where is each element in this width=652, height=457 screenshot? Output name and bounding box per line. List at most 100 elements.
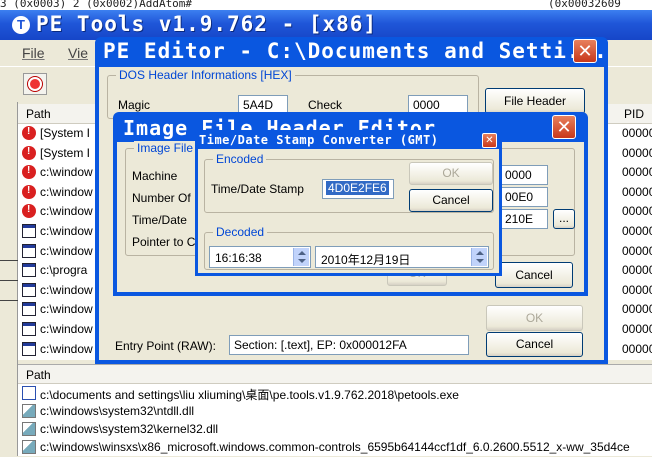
process-path: c:\window <box>40 204 93 219</box>
window-icon <box>22 243 36 258</box>
dos-check-label: Check <box>308 98 343 112</box>
column-pid[interactable]: PID <box>624 107 644 121</box>
window-icon <box>22 263 36 278</box>
tds-body: Encoded Time/Date Stamp 4D0E2FE6 OK Canc… <box>198 149 499 273</box>
encoded-group-label: Encoded <box>213 152 267 166</box>
ifh-close-button[interactable]: ✕ <box>552 115 576 139</box>
process-pid: 00000 <box>622 243 652 258</box>
process-pid: 00000 <box>622 302 652 317</box>
background-strip-text-right: (0x00032609 <box>548 0 621 10</box>
time-date-label: Time/Date <box>132 213 187 227</box>
process-path: c:\window <box>40 341 93 356</box>
pe-cancel-button[interactable]: Cancel <box>486 332 583 357</box>
column-module-path[interactable]: Path <box>26 368 51 382</box>
stop-icon <box>28 77 42 91</box>
module-list[interactable]: c:\documents and settings\liu xliuming\桌… <box>18 384 652 456</box>
process-path: [System I <box>40 145 91 160</box>
time-date-field[interactable]: 210E <box>500 209 548 229</box>
exe-icon <box>22 386 36 400</box>
window-icon <box>22 302 36 317</box>
main-window-title: PE Tools v1.9.762 - [x86] <box>36 12 378 36</box>
pe-editor-title: PE Editor - C:\Documents and Setti... <box>103 39 608 63</box>
error-icon <box>22 165 36 180</box>
error-icon <box>22 184 36 199</box>
process-path: c:\window <box>40 322 93 336</box>
dll-icon <box>22 404 36 418</box>
date-picker[interactable]: 2010年12月19日 <box>315 246 489 268</box>
module-list-header[interactable]: Path <box>18 364 652 384</box>
process-path: c:\window <box>40 165 93 180</box>
pointer-to-symbol-table-label: Pointer to C <box>132 235 196 249</box>
module-row[interactable]: c:\documents and settings\liu xliuming\桌… <box>18 384 652 403</box>
process-pid: 00000 <box>622 282 652 297</box>
background-strip-text: 3 (0x0003) 2 (0x0002)AddAtom# <box>0 0 193 10</box>
tds-close-button[interactable]: ✕ <box>482 133 497 148</box>
error-icon <box>22 126 36 140</box>
machine-label: Machine <box>132 169 178 183</box>
window-icon <box>22 224 36 238</box>
pe-editor-close-button[interactable]: ✕ <box>573 39 597 63</box>
process-pid: 00000 <box>622 204 652 219</box>
entry-point-field[interactable]: Section: [.text], EP: 0x000012FA <box>229 335 469 355</box>
column-path[interactable]: Path <box>26 107 51 121</box>
tds-cancel-button[interactable]: Cancel <box>409 189 493 212</box>
module-path: c:\windows\system32\kernel32.dll <box>40 422 219 436</box>
pe-ok-button[interactable]: OK <box>486 305 583 331</box>
process-pid: 00000 <box>622 165 652 180</box>
module-path: c:\windows\winsxs\x86_microsoft.windows.… <box>40 440 630 454</box>
process-pid: 00000 <box>622 145 652 160</box>
window-icon <box>22 322 36 336</box>
error-icon <box>22 204 36 219</box>
process-pid: 00000 <box>622 184 652 199</box>
stamp-value-selected: 4D0E2FE6 <box>326 181 389 195</box>
tds-ok-button[interactable]: OK <box>409 162 493 185</box>
left-frame <box>0 102 18 456</box>
app-icon[interactable]: T <box>12 16 30 34</box>
process-path: [System I <box>40 126 91 140</box>
module-row[interactable]: c:\windows\winsxs\x86_microsoft.windows.… <box>18 438 652 457</box>
dos-header-group-label: DOS Header Informations [HEX] <box>116 68 295 82</box>
decoded-group-label: Decoded <box>213 225 268 239</box>
error-icon <box>22 145 36 160</box>
process-pid: 00000 <box>622 224 652 238</box>
stop-button[interactable] <box>23 73 47 95</box>
process-pid: 00000 <box>622 341 652 356</box>
ifh-cancel-button[interactable]: Cancel <box>495 262 573 288</box>
file-header-button[interactable]: File Header <box>485 88 585 114</box>
timestamp-converter-window: Time/Date Stamp Converter (GMT) ✕ Encode… <box>195 130 502 276</box>
encoded-group: Encoded Time/Date Stamp 4D0E2FE6 OK Canc… <box>204 152 494 213</box>
process-pid: 00000 <box>622 126 652 140</box>
number-of-sections-field[interactable]: 00E0 <box>500 187 548 207</box>
time-value: 16:16:38 <box>215 251 262 265</box>
process-path: c:\window <box>40 243 93 258</box>
date-value: 2010年12月19日 <box>321 253 411 267</box>
dos-field-label: Magic <box>118 98 151 112</box>
module-row[interactable]: c:\windows\system32\ntdll.dll <box>18 402 652 421</box>
time-spinner[interactable]: 16:16:38 <box>209 246 311 268</box>
spin-arrows-icon[interactable] <box>293 248 309 266</box>
main-title-bar[interactable]: T PE Tools v1.9.762 - [x86] <box>0 10 652 40</box>
tds-title: Time/Date Stamp Converter (GMT) <box>199 133 439 147</box>
number-of-sections-label: Number Of <box>132 191 191 205</box>
machine-field[interactable]: 0000 <box>500 165 548 185</box>
date-spin-arrows-icon[interactable] <box>471 248 487 266</box>
menu-view[interactable]: Vie <box>68 45 88 61</box>
background-window-strip: 3 (0x0003) 2 (0x0002)AddAtom# (0x0003260… <box>0 0 652 10</box>
module-path: c:\documents and settings\liu xliuming\桌… <box>40 388 459 402</box>
process-pid: 00000 <box>622 263 652 278</box>
process-path: c:\window <box>40 184 93 199</box>
entry-point-label: Entry Point (RAW): <box>115 339 216 353</box>
stamp-field[interactable]: 4D0E2FE6 <box>322 179 394 199</box>
process-path: c:\window <box>40 282 93 297</box>
menu-file[interactable]: File <box>22 45 45 61</box>
window-icon <box>22 282 36 297</box>
process-path: c:\progra <box>40 263 88 278</box>
module-row[interactable]: c:\windows\system32\kernel32.dll <box>18 420 652 439</box>
time-date-browse-button[interactable]: ... <box>553 209 575 229</box>
process-pid: 00000 <box>622 322 652 336</box>
process-path: c:\window <box>40 224 93 238</box>
window-icon <box>22 341 36 356</box>
process-path: c:\window <box>40 302 93 317</box>
dll-icon <box>22 422 36 436</box>
dll-icon <box>22 440 36 454</box>
